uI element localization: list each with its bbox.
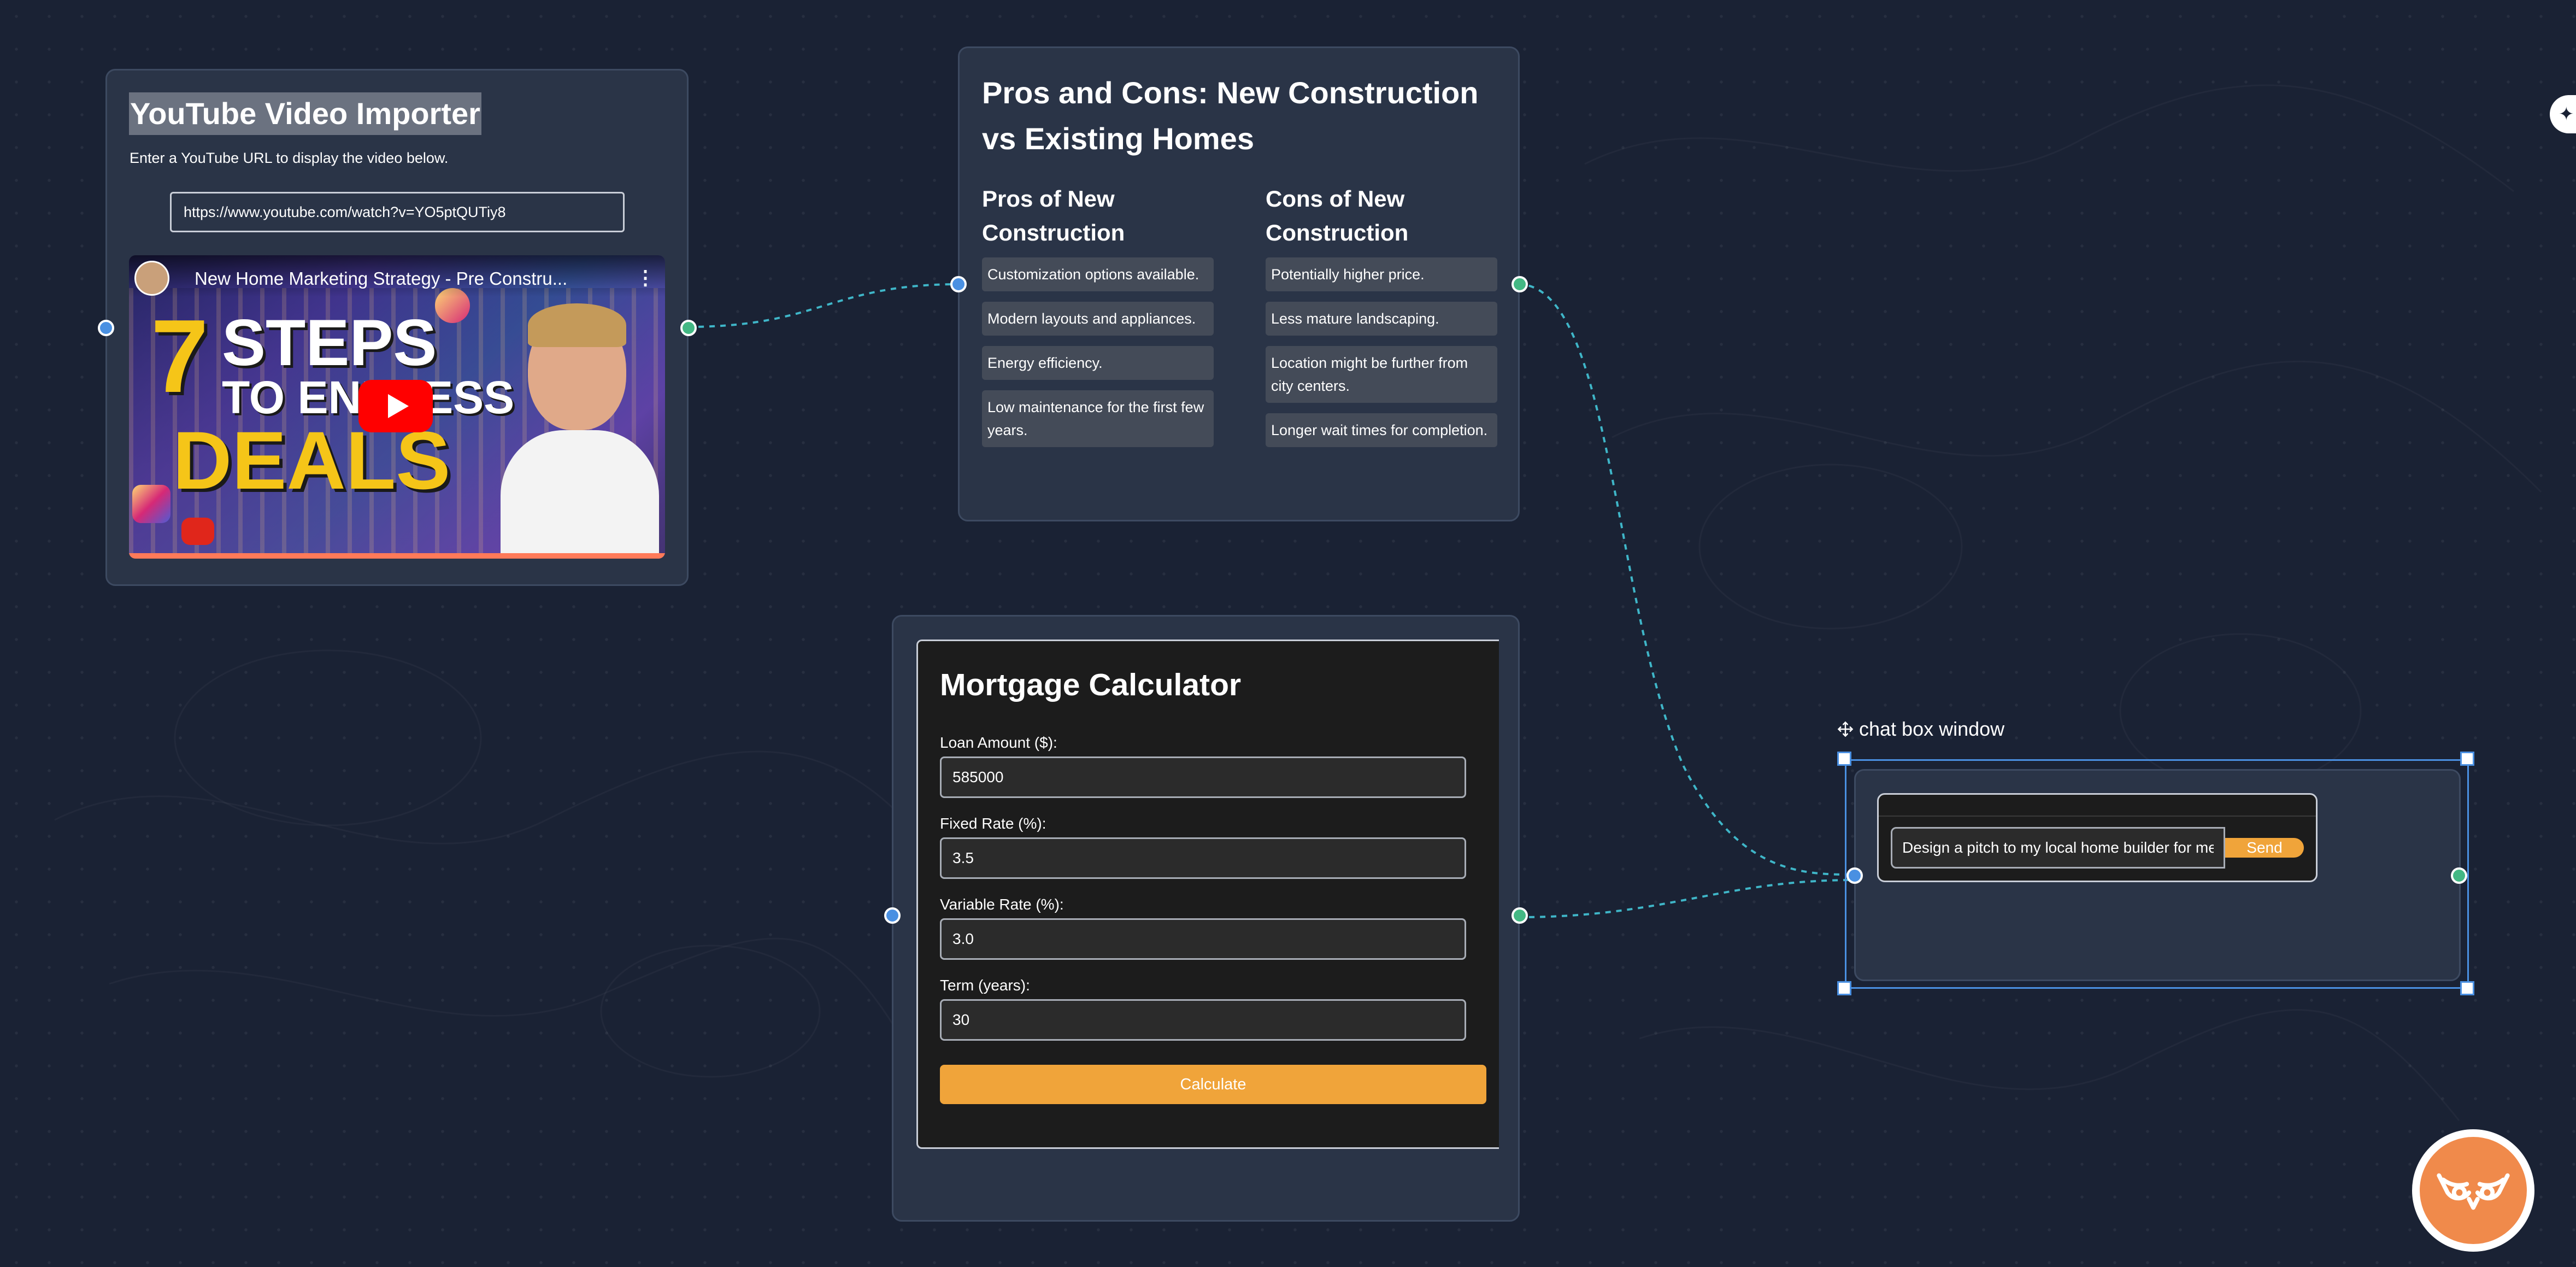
output-handle[interactable] [1512,907,1528,924]
mortgage-calculator-node[interactable]: Mortgage Calculator Loan Amount ($): Fix… [884,615,1528,1222]
pros-item: Energy efficiency. [982,346,1214,380]
variable-rate-input[interactable] [940,918,1466,960]
video-progress-bar [129,553,665,559]
video-title[interactable]: New Home Marketing Strategy - Pre Constr… [195,268,567,289]
chat-node-label[interactable]: chat box window [1837,718,2004,741]
output-handle[interactable] [680,320,697,336]
instagram-icon [132,485,170,523]
owl-logo-icon[interactable] [2412,1129,2534,1252]
pros-cons-title: Pros and Cons: New Construction vs Exist… [982,75,1479,156]
output-handle[interactable] [1512,276,1528,292]
youtube-importer-node[interactable]: YouTube Video Importer Enter a YouTube U… [98,69,697,586]
input-handle[interactable] [950,276,967,292]
input-handle[interactable] [884,907,901,924]
play-icon[interactable] [358,380,433,432]
cons-item: Potentially higher price. [1266,257,1497,291]
loan-amount-input[interactable] [940,756,1466,798]
thumbnail-text-line1: STEPS [222,306,437,379]
send-button[interactable]: Send [2225,838,2304,858]
edge-youtube-to-proscons [687,283,959,328]
cons-column: Cons of New Construction Potentially hig… [1266,182,1497,457]
calculate-button[interactable]: Calculate [940,1065,1486,1104]
pros-item: Low maintenance for the first few years. [982,390,1214,447]
edge-mortgage-to-chat [1518,879,1855,918]
variable-rate-label: Variable Rate (%): [940,896,1064,913]
pros-heading: Pros of New Construction [982,186,1125,245]
flow-canvas[interactable]: YouTube Video Importer Enter a YouTube U… [0,0,2576,1267]
youtube-icon [181,518,214,545]
cons-item: Location might be further from city cent… [1266,346,1497,403]
cons-heading: Cons of New Construction [1266,186,1409,245]
mortgage-calculator-title: Mortgage Calculator [940,667,1242,702]
term-label: Term (years): [940,977,1030,994]
youtube-url-input[interactable] [170,192,625,232]
resize-handle-top-left[interactable] [1837,752,1851,766]
input-handle[interactable] [98,320,114,336]
pros-cons-node[interactable]: Pros and Cons: New Construction vs Exist… [950,46,1528,521]
chat-box-node[interactable]: Send [1846,769,2467,981]
resize-handle-bottom-right[interactable] [2460,981,2474,995]
pros-item: Modern layouts and appliances. [982,302,1214,336]
chat-node-label-text: chat box window [1859,718,2005,740]
output-handle[interactable] [2451,867,2467,884]
youtube-video-embed[interactable]: 7 STEPS TO ENDLESS DEALS New Home Market… [129,255,665,559]
edge-proscons-to-chat [1518,283,1855,876]
more-options-icon[interactable]: ⋮ [636,266,655,289]
move-icon[interactable] [1837,721,1854,737]
youtube-node-title: YouTube Video Importer [129,92,481,135]
pros-column: Pros of New Construction Customization o… [982,182,1214,457]
youtube-node-description: Enter a YouTube URL to display the video… [130,150,449,166]
term-input[interactable] [940,999,1466,1041]
thumbnail-number: 7 [151,298,209,414]
channel-avatar[interactable] [134,261,169,296]
resize-handle-bottom-left[interactable] [1837,981,1851,995]
cons-item: Less mature landscaping. [1266,302,1497,336]
mortgage-calculator-card: Mortgage Calculator Loan Amount ($): Fix… [916,640,1499,1149]
fixed-rate-label: Fixed Rate (%): [940,815,1046,832]
fixed-rate-input[interactable] [940,837,1466,879]
chat-box-divider [1879,816,2316,817]
resize-handle-top-right[interactable] [2460,752,2474,766]
pros-item: Customization options available. [982,257,1214,291]
owl-logo-mark [2437,1173,2510,1210]
cons-item: Longer wait times for completion. [1266,413,1497,447]
input-handle[interactable] [1846,867,1863,884]
video-thumbnail-person [501,288,659,559]
chat-message-input[interactable] [1891,827,2225,869]
chat-box-window: Send [1877,793,2318,882]
loan-amount-label: Loan Amount ($): [940,734,1057,751]
